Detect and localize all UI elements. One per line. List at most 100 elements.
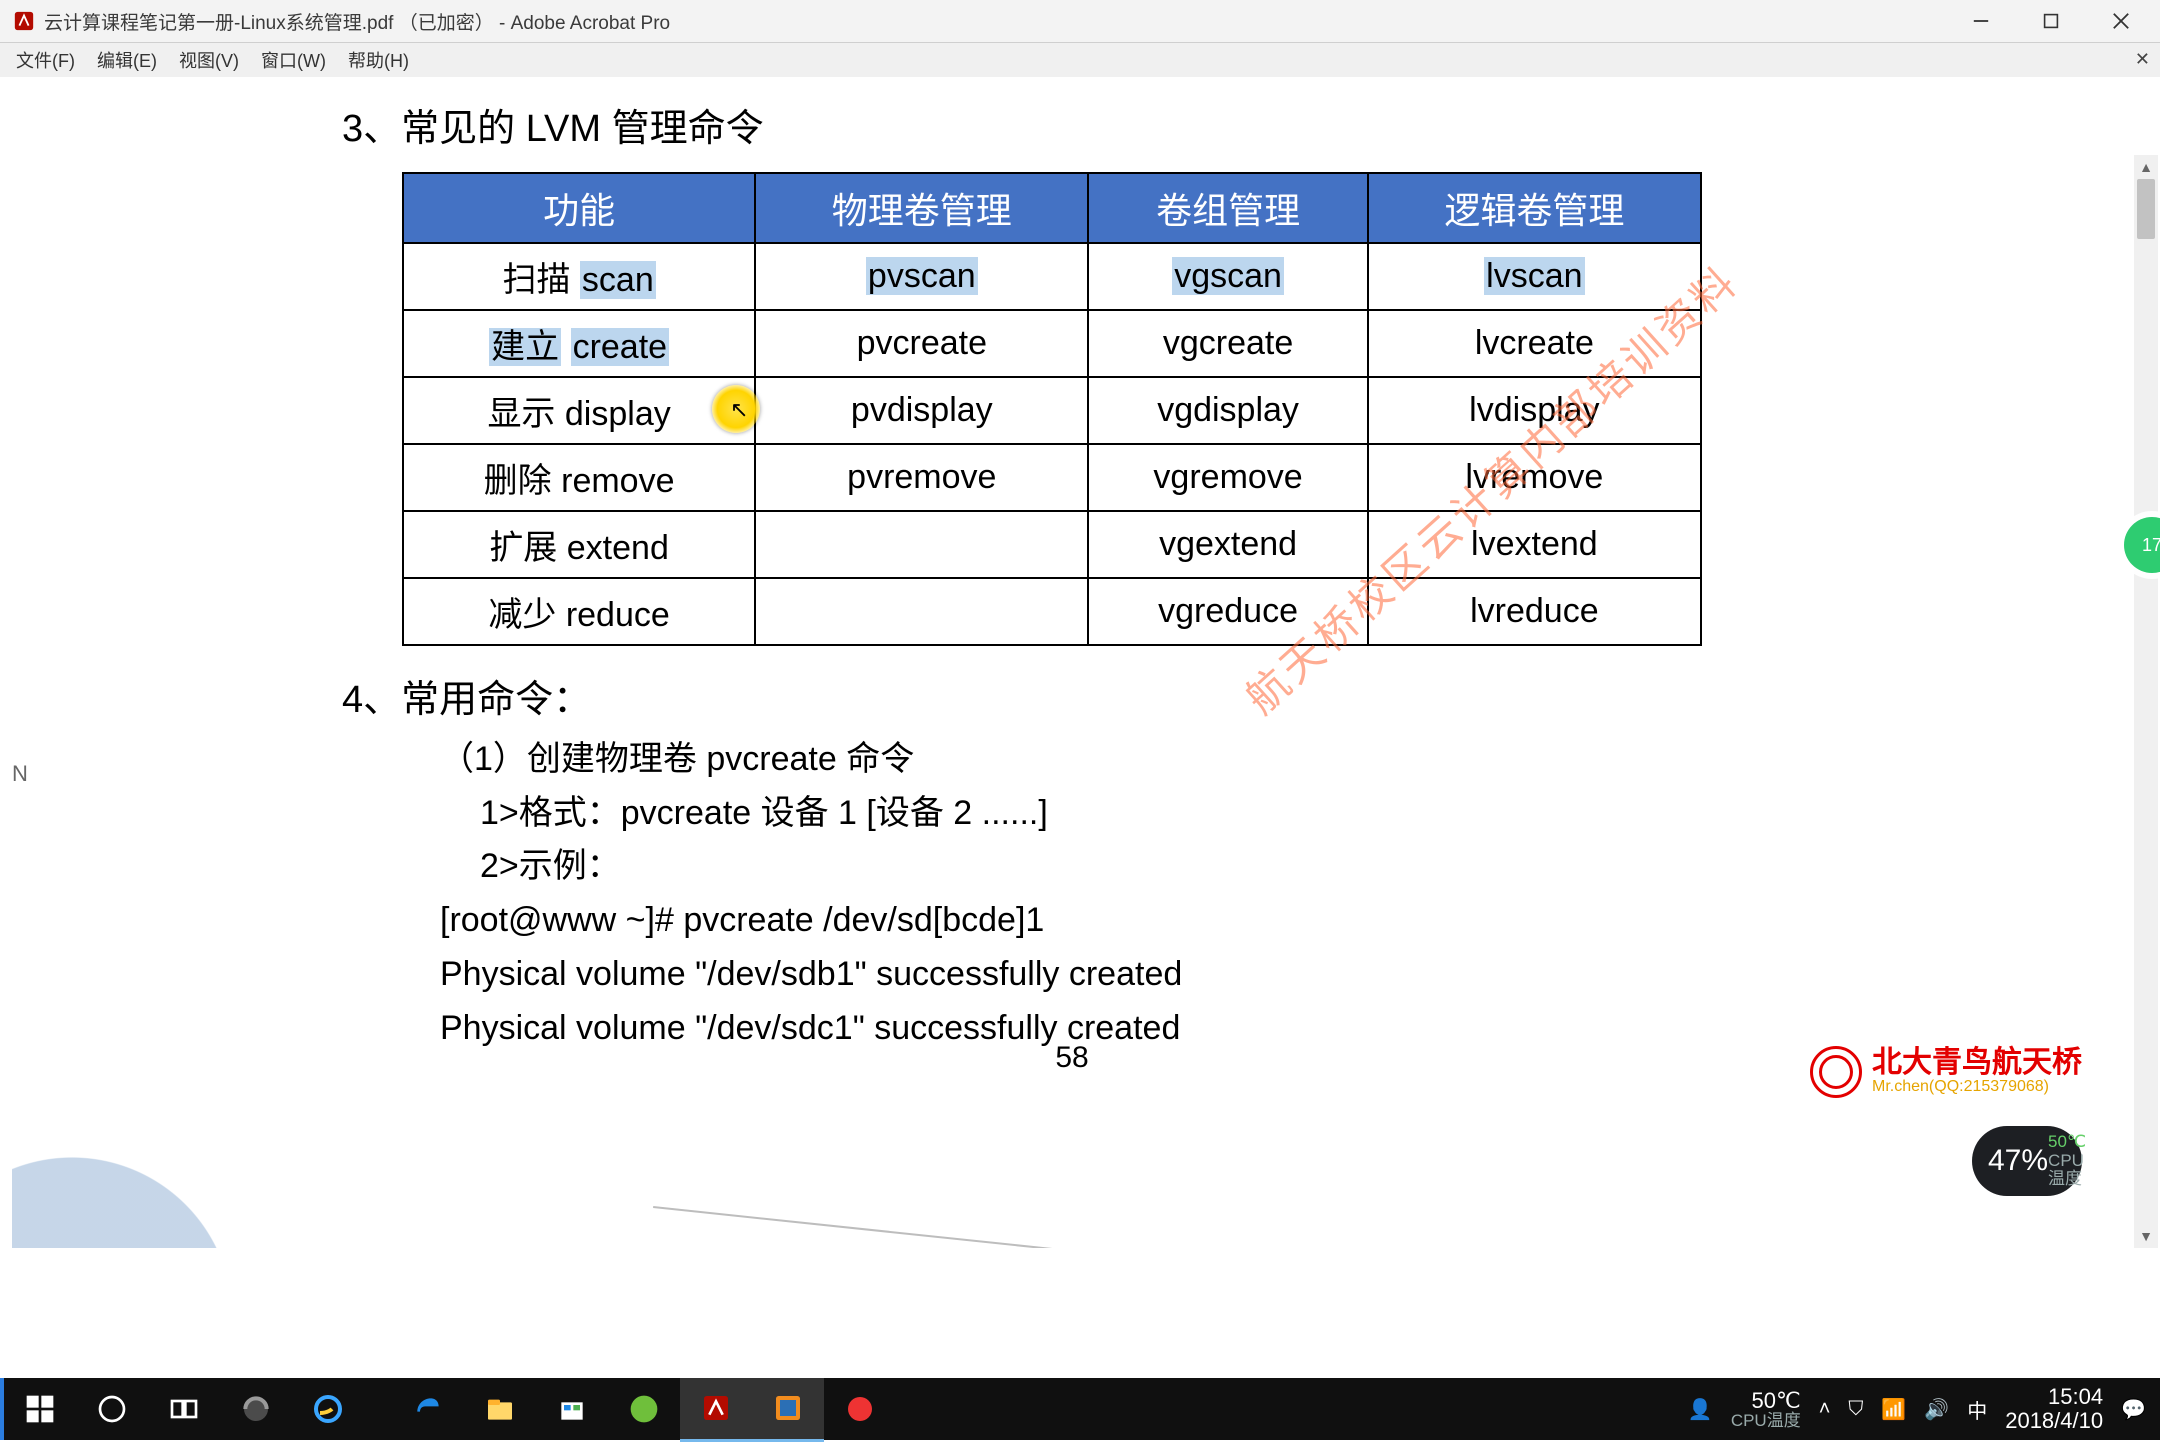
- tray-ime-icon[interactable]: 中: [1967, 1395, 1987, 1424]
- task-view-button[interactable]: [148, 1378, 220, 1440]
- system-tray: 👤 50℃ CPU温度 ˄ ⛉ 📶 🔊 中 15:04 2018/4/10 💬: [1688, 1385, 2160, 1433]
- pdf-page: 3、常见的 LVM 管理命令 功能物理卷管理卷组管理逻辑卷管理 扫描 scanp…: [12, 77, 2132, 1248]
- table-row: 扫描 scanpvscanvgscanlvscan: [403, 243, 1701, 310]
- table-cell: 扫描 scan: [403, 243, 755, 310]
- body-line: 2>示例：: [402, 840, 1812, 894]
- section-4-heading: 4、常用命令：: [342, 668, 1812, 723]
- taskbar-app-vm[interactable]: [752, 1377, 824, 1442]
- brand-subtitle: Mr.chen(QQ:215379068): [1872, 1078, 2082, 1096]
- table-cell: vgextend: [1088, 511, 1367, 578]
- lvm-commands-table: 功能物理卷管理卷组管理逻辑卷管理 扫描 scanpvscanvgscanlvsc…: [402, 172, 1702, 646]
- taskbar-app-browser1[interactable]: [220, 1378, 292, 1440]
- table-row: 建立 createpvcreatevgcreatelvcreate: [403, 310, 1701, 377]
- taskbar-app-green[interactable]: [608, 1378, 680, 1440]
- document-viewport[interactable]: 3、常见的 LVM 管理命令 功能物理卷管理卷组管理逻辑卷管理 扫描 scanp…: [12, 77, 2132, 1248]
- table-cell: pvdisplay: [755, 377, 1088, 444]
- cursor-highlight: ↖: [712, 385, 760, 433]
- table-cell: pvcreate: [755, 310, 1088, 377]
- table-cell: lvdisplay: [1368, 377, 1701, 444]
- page-number: 58: [1055, 1041, 1088, 1075]
- table-cell: 删除 remove: [403, 444, 755, 511]
- decorative-arc: [12, 1118, 432, 1248]
- scroll-down-arrow-icon[interactable]: ▼: [2134, 1224, 2158, 1248]
- acrobat-window: 云计算课程笔记第一册-Linux系统管理.pdf （已加密） - Adobe A…: [0, 0, 2160, 1440]
- tray-cpu-temp: 50℃: [1731, 1389, 1801, 1412]
- document-tab-close-icon[interactable]: ✕: [2135, 49, 2150, 70]
- tray-people-icon[interactable]: 👤: [1688, 1397, 1713, 1422]
- windows-taskbar: 👤 50℃ CPU温度 ˄ ⛉ 📶 🔊 中 15:04 2018/4/10 💬: [0, 1378, 2160, 1440]
- body-line: Physical volume "/dev/sdc1" successfully…: [402, 1002, 1812, 1056]
- brand-logo-block: 北大青鸟航天桥 Mr.chen(QQ:215379068): [1810, 1046, 2082, 1098]
- table-cell: lvcreate: [1368, 310, 1701, 377]
- table-cell: vgremove: [1088, 444, 1367, 511]
- cursor-arrow-icon: ↖: [730, 397, 748, 423]
- tray-network-icon[interactable]: 📶: [1881, 1397, 1906, 1422]
- window-title: 云计算课程笔记第一册-Linux系统管理.pdf （已加密） - Adobe A…: [44, 8, 670, 35]
- menu-file[interactable]: 文件(F): [6, 44, 85, 76]
- window-close-button[interactable]: [2086, 0, 2156, 42]
- menu-view[interactable]: 视图(V): [169, 44, 249, 76]
- table-cell: [755, 511, 1088, 578]
- taskbar-app-red[interactable]: [824, 1378, 896, 1440]
- tray-time: 15:04: [2005, 1385, 2103, 1409]
- table-cell: 扩展 extend: [403, 511, 755, 578]
- table-cell: [755, 578, 1088, 645]
- body-line: [root@www ~]# pvcreate /dev/sd[bcde]1: [402, 894, 1812, 948]
- menu-edit[interactable]: 编辑(E): [87, 44, 167, 76]
- table-row: 显示 displaypvdisplayvgdisplaylvdisplay: [403, 377, 1701, 444]
- taskbar-app-acrobat[interactable]: [680, 1377, 752, 1442]
- titlebar: 云计算课程笔记第一册-Linux系统管理.pdf （已加密） - Adobe A…: [0, 0, 2160, 43]
- body-line: Physical volume "/dev/sdb1" successfully…: [402, 948, 1812, 1002]
- taskbar-app-store[interactable]: [536, 1378, 608, 1440]
- table-cell: vgdisplay: [1088, 377, 1367, 444]
- vertical-scrollbar[interactable]: ▲ ▼: [2134, 155, 2158, 1248]
- scroll-up-arrow-icon[interactable]: ▲: [2134, 155, 2158, 179]
- table-row: 减少 reduce vgreducelvreduce: [403, 578, 1701, 645]
- body-line: （1）创建物理卷 pvcreate 命令: [402, 733, 1812, 787]
- table-cell: pvscan: [755, 243, 1088, 310]
- table-header: 逻辑卷管理: [1368, 173, 1701, 243]
- body-line: 1>格式：pvcreate 设备 1 [设备 2 ......]: [402, 787, 1812, 841]
- table-cell: 显示 display: [403, 377, 755, 444]
- table-row: 删除 removepvremovevgremovelvremove: [403, 444, 1701, 511]
- start-button[interactable]: [4, 1378, 76, 1440]
- table-cell: 减少 reduce: [403, 578, 755, 645]
- window-maximize-button[interactable]: [2016, 0, 2086, 42]
- gauge-label: CPU温度: [2048, 1151, 2084, 1189]
- window-minimize-button[interactable]: [1946, 0, 2016, 42]
- scroll-thumb[interactable]: [2137, 179, 2155, 239]
- section-4-body: （1）创建物理卷 pvcreate 命令1>格式：pvcreate 设备 1 […: [402, 733, 1812, 1055]
- tray-clock[interactable]: 15:04 2018/4/10: [2005, 1385, 2103, 1433]
- brand-name: 北大青鸟航天桥: [1872, 1048, 2082, 1078]
- table-cell: vgcreate: [1088, 310, 1367, 377]
- acrobat-app-icon: [12, 9, 36, 33]
- table-header: 物理卷管理: [755, 173, 1088, 243]
- table-header: 功能: [403, 173, 755, 243]
- tray-cpu-temp-label: CPU温度: [1731, 1412, 1801, 1430]
- menubar: 文件(F) 编辑(E) 视图(V) 窗口(W) 帮助(H) ✕: [0, 43, 2160, 77]
- tray-chevron-up-icon[interactable]: ˄: [1819, 1398, 1831, 1421]
- cortana-button[interactable]: [76, 1378, 148, 1440]
- table-cell: lvextend: [1368, 511, 1701, 578]
- table-header: 卷组管理: [1088, 173, 1367, 243]
- taskbar-app-explorer[interactable]: [464, 1378, 536, 1440]
- table-cell: lvreduce: [1368, 578, 1701, 645]
- tray-action-center-icon[interactable]: 💬: [2121, 1397, 2146, 1422]
- table-cell: vgscan: [1088, 243, 1367, 310]
- temperature-gauge-widget[interactable]: 47% 50℃ CPU温度: [1972, 1126, 2082, 1196]
- menu-window[interactable]: 窗口(W): [251, 44, 336, 76]
- section-3-heading: 3、常见的 LVM 管理命令: [342, 97, 1812, 152]
- taskbar-app-edge[interactable]: [392, 1378, 464, 1440]
- tray-date: 2018/4/10: [2005, 1409, 2103, 1433]
- table-cell: 建立 create: [403, 310, 755, 377]
- margin-mark: N: [12, 761, 28, 787]
- table-cell: pvremove: [755, 444, 1088, 511]
- table-row: 扩展 extend vgextendlvextend: [403, 511, 1701, 578]
- brand-logo-icon: [1810, 1046, 1862, 1098]
- menu-help[interactable]: 帮助(H): [338, 44, 419, 76]
- table-cell: lvremove: [1368, 444, 1701, 511]
- table-cell: vgreduce: [1088, 578, 1367, 645]
- tray-security-icon[interactable]: ⛉: [1848, 1398, 1863, 1421]
- taskbar-app-ie[interactable]: [292, 1378, 364, 1440]
- tray-volume-icon[interactable]: 🔊: [1924, 1397, 1949, 1422]
